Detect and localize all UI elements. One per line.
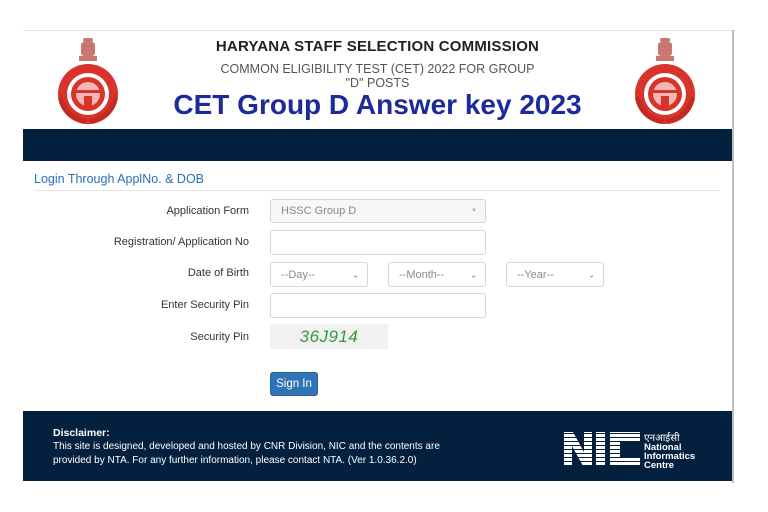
dob-year-value: --Year--: [517, 268, 554, 281]
sign-in-button[interactable]: Sign In: [270, 372, 318, 396]
chevron-down-icon: ⌄: [352, 270, 359, 279]
disclaimer-title: Disclaimer:: [53, 427, 110, 439]
application-form-value: HSSC Group D: [281, 205, 357, 217]
date-of-birth-label: Date of Birth: [187, 267, 249, 279]
registration-no-input[interactable]: [270, 230, 486, 255]
dob-day-select[interactable]: --Day-- ⌄: [270, 262, 368, 287]
captcha-image: 36J914: [270, 324, 388, 349]
login-divider: [34, 190, 720, 191]
header: HARYANA STAFF SELECTION COMMISSION COMMO…: [23, 31, 732, 129]
commission-title: HARYANA STAFF SELECTION COMMISSION: [215, 38, 540, 55]
dob-month-value: --Month--: [399, 268, 445, 281]
navigation-band: [23, 129, 732, 161]
registration-no-label: Registration/ Application No: [113, 236, 249, 248]
login-heading: Login Through ApplNo. & DOB: [34, 172, 205, 186]
dob-day-value: --Day--: [281, 268, 316, 281]
chevron-down-icon: ⌄: [588, 270, 595, 279]
dob-month-select[interactable]: --Month-- ⌄: [388, 262, 486, 287]
disclaimer-text: This site is designed, developed and hos…: [53, 441, 440, 466]
application-form-select[interactable]: HSSC Group D ▼: [270, 199, 486, 223]
enter-security-pin-label: Enter Security Pin: [160, 299, 249, 311]
exam-subtitle-line1: COMMON ELIGIBILITY TEST (CET) 2022 FOR G…: [220, 62, 535, 76]
security-pin-label: Security Pin: [190, 331, 249, 343]
nic-line-centre: Centre: [644, 460, 675, 471]
nic-logo: एनआईसी National Informatics Centre: [564, 430, 704, 471]
dob-year-select[interactable]: --Year-- ⌄: [506, 262, 604, 287]
nic-letters-icon: [564, 432, 640, 466]
page-scrollbar[interactable]: [732, 30, 734, 483]
chevron-down-icon: ⌄: [470, 270, 477, 279]
answer-key-overlay-title: CET Group D Answer key 2023: [173, 89, 582, 120]
exam-subtitle-line2: "D" POSTS: [345, 76, 410, 90]
security-pin-input[interactable]: [270, 293, 486, 318]
dropdown-caret-icon: ▼: [471, 208, 477, 214]
application-form-label: Application Form: [166, 205, 249, 217]
footer: Disclaimer: This site is designed, devel…: [23, 411, 732, 481]
